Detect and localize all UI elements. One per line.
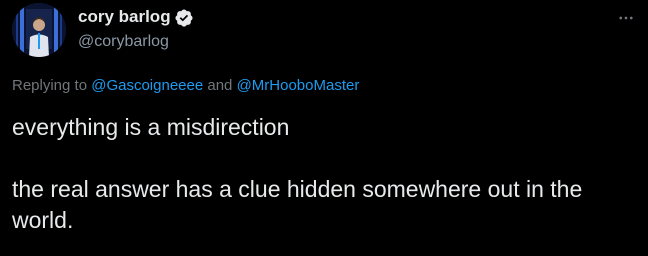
author-display-name[interactable]: cory barlog (78, 5, 171, 29)
author-handle[interactable]: @corybarlog (78, 31, 194, 53)
tweet-text: everything is a misdirection the real an… (12, 112, 638, 236)
more-options-button[interactable] (614, 6, 638, 30)
reply-context-joiner: and (203, 77, 237, 94)
tweet-text-line-1: everything is a misdirection (12, 114, 290, 140)
tweet-text-line-2: the real answer has a clue hidden somewh… (12, 176, 583, 233)
reply-context-prefix: Replying to (12, 77, 92, 94)
mention-link-gascoigneeee[interactable]: @Gascoigneeee (91, 77, 203, 94)
avatar-image (12, 3, 66, 57)
tweet-card: cory barlog @corybarlog Replying to @Gas… (0, 0, 648, 256)
avatar[interactable] (12, 3, 66, 57)
more-horizontal-icon (619, 16, 633, 20)
mention-link-mrhooboMaster[interactable]: @MrHooboMaster (237, 77, 360, 94)
verified-badge-icon (174, 8, 194, 28)
author-info: cory barlog @corybarlog (78, 5, 194, 53)
reply-context: Replying to @Gascoigneeee and @MrHooboMa… (12, 75, 359, 97)
author-name-row: cory barlog (78, 5, 194, 29)
